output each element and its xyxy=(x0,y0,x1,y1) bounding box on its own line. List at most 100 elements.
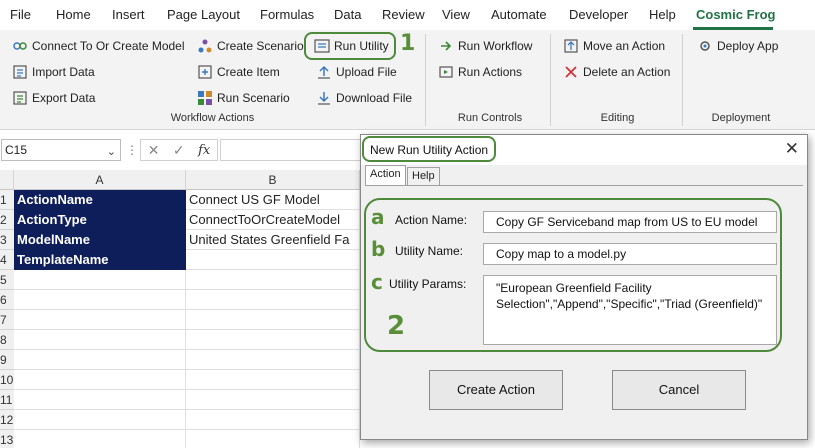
cell-a[interactable] xyxy=(14,430,186,448)
cell-b[interactable] xyxy=(186,290,360,310)
menu-file[interactable]: File xyxy=(10,7,31,22)
cell-b[interactable] xyxy=(186,370,360,390)
deployment-group-label: Deployment xyxy=(711,112,771,124)
row-header[interactable]: 11 xyxy=(0,390,14,410)
cell-a[interactable]: TemplateName xyxy=(14,250,186,270)
chevron-down-icon[interactable]: ⌄ xyxy=(107,142,116,162)
create-item-button[interactable]: Create Item xyxy=(197,62,280,82)
export-data-label: Export Data xyxy=(32,91,96,105)
run-workflow-button[interactable]: Run Workflow xyxy=(438,36,532,56)
cell-b[interactable] xyxy=(186,270,360,290)
cell-b[interactable]: United States Greenfield Fa xyxy=(186,230,360,250)
tab-help[interactable]: Help xyxy=(407,167,440,185)
new-run-utility-dialog: New Run Utility Action ✕ Action Help a A… xyxy=(360,134,808,440)
row-header[interactable]: 13 xyxy=(0,430,14,448)
row-header[interactable]: 8 xyxy=(0,330,14,350)
column-header-b[interactable]: B xyxy=(186,170,360,190)
cell-a[interactable] xyxy=(14,330,186,350)
corner-header[interactable] xyxy=(0,170,14,190)
menu-data[interactable]: Data xyxy=(334,7,361,22)
menu-page-layout[interactable]: Page Layout xyxy=(167,7,240,22)
row-header[interactable]: 5 xyxy=(0,270,14,290)
cell-a[interactable] xyxy=(14,290,186,310)
cell-a[interactable]: ActionName xyxy=(14,190,186,210)
row-header[interactable]: 7 xyxy=(0,310,14,330)
confirm-check-icon[interactable]: ✓ xyxy=(173,142,185,159)
run-utility-highlight xyxy=(304,32,396,60)
export-data-button[interactable]: Export Data xyxy=(12,88,95,108)
connect-model-button[interactable]: Connect To Or Create Model xyxy=(12,36,185,56)
cell-b[interactable] xyxy=(186,330,360,350)
menu-formulas[interactable]: Formulas xyxy=(260,7,314,22)
row-header[interactable]: 6 xyxy=(0,290,14,310)
utility-params-field[interactable]: "European Greenfield Facility Selection"… xyxy=(483,275,777,345)
row-header[interactable]: 12 xyxy=(0,410,14,430)
run-actions-icon xyxy=(438,64,454,80)
menu-cosmic-frog[interactable]: Cosmic Frog xyxy=(696,7,775,22)
import-data-button[interactable]: Import Data xyxy=(12,62,95,82)
cell-b[interactable]: Connect US GF Model xyxy=(186,190,360,210)
tab-action[interactable]: Action xyxy=(365,165,406,185)
utility-name-field[interactable]: Copy map to a model.py xyxy=(483,243,777,265)
upload-file-button[interactable]: Upload File xyxy=(316,62,397,82)
menu-home[interactable]: Home xyxy=(56,7,91,22)
cancel-button[interactable]: Cancel xyxy=(612,370,746,410)
menu-help[interactable]: Help xyxy=(649,7,676,22)
cell-a[interactable] xyxy=(14,350,186,370)
delete-action-button[interactable]: Delete an Action xyxy=(563,62,670,82)
cell-b[interactable] xyxy=(186,430,360,448)
create-item-icon xyxy=(197,64,213,80)
menu-automate[interactable]: Automate xyxy=(491,7,547,22)
cell-b[interactable]: ConnectToOrCreateModel xyxy=(186,210,360,230)
cancel-x-icon[interactable]: ✕ xyxy=(148,142,160,159)
action-name-field[interactable]: Copy GF Serviceband map from US to EU mo… xyxy=(483,211,777,233)
connect-icon xyxy=(12,38,28,54)
cell-a[interactable] xyxy=(14,410,186,430)
menu-insert[interactable]: Insert xyxy=(112,7,145,22)
row-header[interactable]: 9 xyxy=(0,350,14,370)
cell-a[interactable] xyxy=(14,390,186,410)
move-action-button[interactable]: Move an Action xyxy=(563,36,665,56)
menu-developer[interactable]: Developer xyxy=(569,7,628,22)
create-action-button[interactable]: Create Action xyxy=(429,370,563,410)
run-scenario-button[interactable]: Run Scenario xyxy=(197,88,290,108)
download-file-label: Download File xyxy=(336,91,413,105)
fx-icon[interactable]: fx xyxy=(198,143,210,158)
action-name-label: Action Name: xyxy=(395,213,468,227)
cell-b[interactable] xyxy=(186,310,360,330)
dialog-title-highlight xyxy=(362,136,496,162)
row-header[interactable]: 3 xyxy=(0,230,14,250)
column-header-a[interactable]: A xyxy=(14,170,186,190)
cell-a[interactable] xyxy=(14,270,186,290)
row-header[interactable]: 4 xyxy=(0,250,14,270)
row-header[interactable]: 10 xyxy=(0,370,14,390)
formula-input[interactable] xyxy=(220,139,365,161)
cell-a[interactable]: ModelName xyxy=(14,230,186,250)
export-icon xyxy=(12,90,28,106)
row-header[interactable]: 1 xyxy=(0,190,14,210)
run-actions-button[interactable]: Run Actions xyxy=(438,62,522,82)
close-icon[interactable]: ✕ xyxy=(785,139,799,159)
row-header[interactable]: 2 xyxy=(0,210,14,230)
cell-b[interactable] xyxy=(186,390,360,410)
menu-view[interactable]: View xyxy=(442,7,470,22)
deploy-app-button[interactable]: Deploy App xyxy=(697,36,778,56)
deploy-app-label: Deploy App xyxy=(717,39,779,53)
download-icon xyxy=(316,90,332,106)
editing-group-label: Editing xyxy=(600,112,635,124)
utility-params-label: Utility Params: xyxy=(389,277,467,291)
deploy-gear-icon xyxy=(697,38,713,54)
annotation-a: a xyxy=(371,205,385,229)
cell-b[interactable] xyxy=(186,250,360,270)
name-box[interactable]: C15 ⌄ xyxy=(1,139,121,161)
cell-a[interactable] xyxy=(14,310,186,330)
create-scenario-button[interactable]: Create Scenario xyxy=(197,36,304,56)
cell-b[interactable] xyxy=(186,410,360,430)
cell-b[interactable] xyxy=(186,350,360,370)
excel-window: File Home Insert Page Layout Formulas Da… xyxy=(0,0,815,448)
cell-a[interactable]: ActionType xyxy=(14,210,186,230)
menu-review[interactable]: Review xyxy=(382,7,425,22)
connect-model-label: Connect To Or Create Model xyxy=(32,39,185,53)
download-file-button[interactable]: Download File xyxy=(316,88,412,108)
cell-a[interactable] xyxy=(14,370,186,390)
